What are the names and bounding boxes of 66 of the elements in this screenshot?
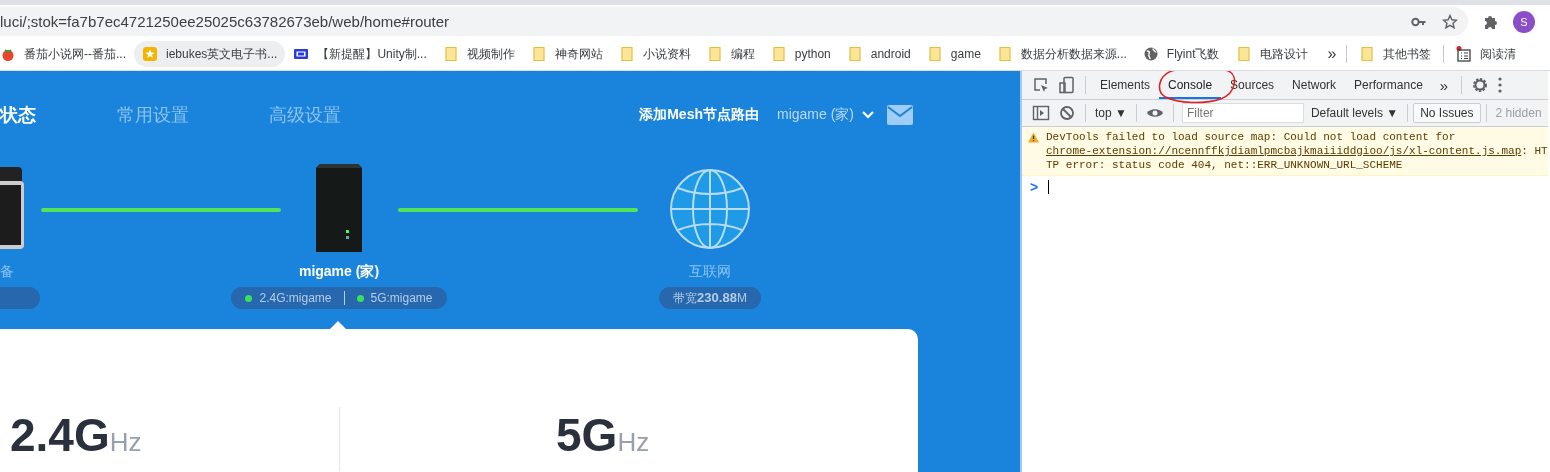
star-icon[interactable] [1442,13,1458,30]
device-toolbar-icon[interactable] [1058,76,1076,94]
chevron-down-icon[interactable] [861,110,875,120]
folder-icon [618,46,635,62]
bookmark[interactable]: 视频制作 [434,41,523,67]
log-levels-dropdown[interactable]: Default levels ▼ [1306,106,1403,120]
bookmark[interactable]: 数据分析数据来源... [988,41,1135,67]
bookmark[interactable]: 其他书签 [1351,41,1440,67]
bookmark[interactable]: python [762,41,839,67]
mesh-link[interactable]: 添加Mesh节点路由 [639,106,759,124]
device-label: 互联网 [689,262,731,281]
folder-icon [770,46,787,62]
site-icon [293,46,310,62]
pill-text: 带宽230.88M [673,289,747,307]
globe-icon [1142,46,1159,62]
prompt-arrow: > [1030,179,1039,195]
pill-text: 2.4G:migame [259,291,332,305]
folder-icon [442,46,459,62]
folder-icon [1359,46,1376,62]
folder-icon [846,46,863,62]
console-message: DevTools failed to load source map: Could not load content for chrome-extension://ncennffkjdiamlpmcbajkmaiiiddgioo/js/xl-content.js.map: HTTP error: status code 404, net::ERR_UNKNOWN_URL_SCHEME [1046,130,1548,172]
issues-button[interactable]: No Issues [1413,103,1481,123]
tomato-icon [0,46,16,62]
text-cursor [1048,180,1050,194]
clear-console-icon[interactable] [1058,104,1076,122]
sidebar-icon[interactable] [1032,104,1050,122]
more-tabs-button[interactable]: » [1431,76,1457,94]
band-title: 2.4GHz [10,409,142,461]
status-pill [0,287,40,309]
bookmark[interactable]: 【新提醒】Unity制... [285,41,435,67]
address-bar[interactable]: luci/;stok=fa7b7ec4721250ee25025c63782673eb/web/home#router [0,7,1468,36]
filter-field[interactable]: Filter [1181,103,1304,123]
devtools-tab[interactable]: Network [1283,71,1346,99]
device-label: 备 [0,262,14,281]
folder-icon [530,46,547,62]
bookmark[interactable]: 编程 [698,41,763,67]
url-text: luci/;stok=fa7b7ec4721250ee25025c63782673eb/web/home#router [0,13,451,30]
bookmark[interactable]: Flyint飞数 [1134,41,1228,67]
bookmark[interactable]: 神奇网站 [522,41,611,67]
bookmark[interactable]: game [918,41,989,67]
reading-list-icon [1456,46,1473,62]
pill-text: 5G:migame [370,291,433,305]
hidden-count: 2 hidden [1494,106,1542,120]
source-link[interactable]: chrome-extension://ncennffkjdiamlpmcbajkmaiiiddgioo/js/xl-content.js.map [1046,145,1522,157]
more-options-icon[interactable] [1497,76,1504,94]
context-dropdown[interactable]: top ▼ [1091,106,1131,120]
bookmark[interactable]: 番茄小说网--番茄... [0,41,134,67]
more-bookmarks-button[interactable]: » [1321,45,1343,63]
device-label: migame (家) [298,262,380,281]
warning-icon [1028,132,1039,143]
folder-icon [706,46,723,62]
bookmark[interactable]: iebukes英文电子书... [134,41,286,67]
profile-avatar[interactable]: S [1513,10,1535,33]
devtools-tab[interactable]: Performance [1345,71,1432,99]
folder-icon [1235,46,1252,62]
band-title: 5GHz [556,409,650,461]
folder-icon [996,46,1013,62]
settings-icon[interactable] [1471,76,1490,94]
bookmark[interactable]: 小说资料 [610,41,699,67]
inspect-icon[interactable] [1032,76,1050,94]
puzzle-icon[interactable] [1483,13,1499,30]
bookmark[interactable]: android [838,41,919,67]
devtools-tab[interactable]: Elements [1091,71,1160,99]
folder-icon [926,46,943,62]
reading-list-button[interactable]: 阅读清 [1448,41,1525,67]
bookmark[interactable]: 电路设计 [1227,41,1316,67]
